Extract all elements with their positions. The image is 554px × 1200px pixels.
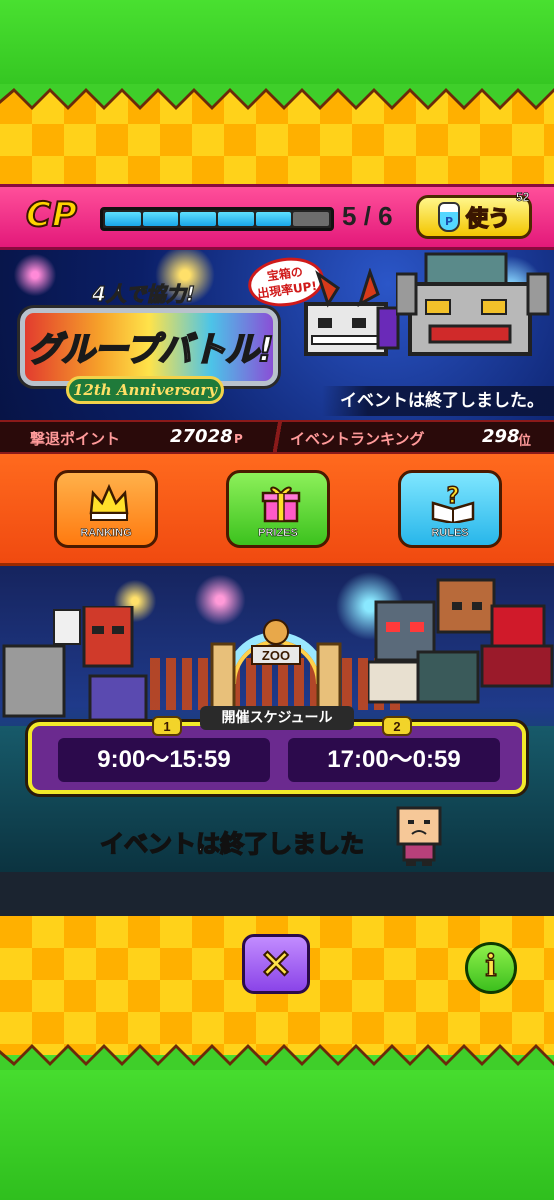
event-status-ribbon: イベントは終了しました。	[322, 386, 554, 416]
road	[0, 872, 554, 916]
strip-divider	[270, 422, 284, 456]
anniversary-ribbon: 12th Anniversary	[66, 376, 224, 404]
cp-label: CP	[25, 194, 78, 236]
top-zigzag-edge	[0, 84, 554, 110]
event-ranking-unit: 位	[518, 434, 532, 449]
schedule-box: 9:00〜15:59 17:00〜0:59 1 2	[28, 716, 526, 794]
schedule-slot-1: 9:00〜15:59	[58, 738, 270, 782]
use-button-label: 使う	[465, 206, 511, 233]
bottom-green-band	[0, 1055, 554, 1200]
cp-current: 5	[342, 201, 357, 231]
svg-text:?: ?	[447, 484, 460, 509]
cp-meter	[100, 207, 334, 231]
monster-group-left-image	[2, 606, 148, 722]
ranking-label: RANKING	[80, 527, 132, 540]
event-title: グループバトル!	[27, 329, 274, 371]
cp-segment	[180, 212, 217, 226]
cp-segment-empty	[293, 212, 330, 226]
score-strip: 撃退ポイント 27028 P イベントランキング 298 位	[0, 420, 554, 456]
cp-segment	[142, 212, 179, 226]
event-ranking-value: 298	[482, 426, 520, 447]
use-potion-button[interactable]: 使う	[416, 195, 532, 239]
cp-segment	[255, 212, 292, 226]
cp-bar: CP 5 / 6 使う	[0, 184, 554, 250]
event-ended-message: イベントは終了しました	[99, 829, 365, 859]
potion-count-badge: 52	[516, 190, 530, 205]
cp-max: 6	[378, 201, 393, 231]
sad-character-image	[396, 806, 442, 866]
crown-icon	[89, 483, 129, 521]
menu-panel: RANKING PRIZES ? RULES	[0, 454, 554, 566]
cp-segment	[105, 212, 141, 226]
rules-label: RULES	[431, 527, 469, 540]
bottom-zigzag-edge	[0, 1044, 554, 1070]
close-icon: ×	[258, 939, 293, 987]
rulebook-icon: ?	[431, 483, 475, 523]
event-logo: 4人で協力! グループバトル! 12th Anniversary	[12, 272, 280, 412]
cp-count: 5 / 6	[342, 201, 393, 232]
info-icon: i	[485, 948, 498, 985]
defeat-points-unit: P	[234, 432, 243, 446]
cp-separator: /	[363, 201, 371, 231]
event-subtitle: 4人で協力!	[91, 281, 196, 306]
event-stage-scene: ZOO 9:00〜15:59 17:00〜0:59 1 2 開催スケジュール イ…	[0, 566, 554, 916]
defeat-points-label: 撃退ポイント	[30, 430, 121, 448]
gate-sign: ZOO	[262, 648, 290, 663]
dragon-monster-image	[304, 268, 400, 356]
defeat-points-value: 27028	[170, 426, 233, 447]
prizes-button[interactable]: PRIZES	[226, 470, 330, 548]
rules-button[interactable]: ? RULES	[398, 470, 502, 548]
close-button[interactable]: ×	[242, 934, 310, 994]
gift-icon	[261, 486, 301, 523]
schedule-slot-2-number: 2	[382, 716, 412, 736]
robot-monster-image	[396, 252, 550, 356]
schedule-slot-2: 17:00〜0:59	[288, 738, 500, 782]
event-ranking-label: イベントランキング	[290, 430, 425, 448]
cp-segment	[218, 212, 254, 226]
monster-group-right-image	[368, 578, 554, 704]
potion-icon	[437, 202, 460, 232]
ranking-button[interactable]: RANKING	[54, 470, 158, 548]
schedule-label: 開催スケジュール	[200, 706, 354, 730]
schedule-slot-1-number: 1	[152, 716, 182, 736]
info-button[interactable]: i	[465, 942, 517, 994]
prizes-label: PRIZES	[258, 527, 298, 540]
